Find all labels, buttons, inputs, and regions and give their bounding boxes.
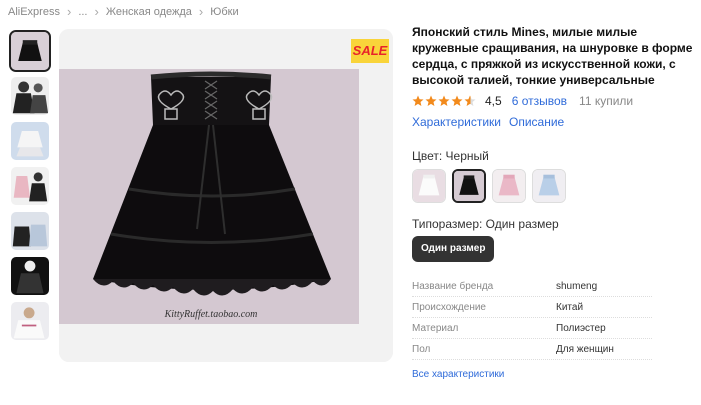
spec-value: shumeng [556,280,598,292]
spec-value: Для женщин [556,343,614,355]
watermark: KittyRuffet.taobao.com [164,309,258,320]
thumbnail-1[interactable] [9,30,51,72]
rating-value: 4,5 [485,94,502,108]
thumbnail-5[interactable] [9,210,51,252]
sale-badge: SALE [351,39,389,63]
tab-description[interactable]: Описание [509,115,564,129]
info-tabs: Характеристики Описание [412,115,697,129]
chevron-right-icon: › [94,4,99,19]
spec-key: Название бренда [412,280,494,292]
color-swatch-black[interactable] [452,169,486,203]
thumbnail-3[interactable] [9,120,51,162]
spec-key: Пол [412,343,431,355]
color-swatch-blue[interactable] [532,169,566,203]
product-title: Японский стиль Mines, милые милые кружев… [412,25,693,87]
skirt-photo: KittyRuffet.taobao.com [59,29,393,362]
half-star-icon [464,95,476,106]
main-product-image[interactable]: KittyRuffet.taobao.com SALE [59,29,393,362]
star-icon [451,95,463,106]
chevron-right-icon: › [198,4,204,19]
breadcrumb: AliExpress › ... › Женская одежда › Юбки [8,4,239,19]
spec-row: Название бренда shumeng [412,276,652,297]
spec-key: Происхождение [412,301,486,313]
color-swatch-pink[interactable] [492,169,526,203]
thumbnail-2[interactable] [9,75,51,117]
spec-value: Полиэстер [556,322,606,334]
size-label: Типоразмер: Один размер [412,217,559,231]
star-icon [412,95,424,106]
spec-key: Материал [412,322,459,334]
thumbnail-7[interactable] [9,300,51,342]
all-specs-link[interactable]: Все характеристики [412,369,697,380]
reviews-link[interactable]: 6 отзывов [512,94,567,108]
size-option-button[interactable]: Один размер [412,236,495,262]
sold-count: 11 купили [579,94,634,108]
breadcrumb-item-aliexpress[interactable]: AliExpress [8,6,60,18]
thumbnail-strip [9,30,53,345]
spec-value: Китай [556,301,584,313]
star-icon [425,95,437,106]
specs-table: Название бренда shumeng Происхождение Ки… [412,276,652,360]
color-swatches [412,169,697,203]
chevron-right-icon: › [66,4,72,19]
tab-characteristics[interactable]: Характеристики [412,115,501,129]
color-label: Цвет: Черный [412,149,489,163]
rating-stars [412,95,476,107]
star-icon [438,95,450,106]
product-info: Японский стиль Mines, милые милые кружев… [412,24,697,380]
rating-row: 4,5 6 отзывов 11 купили [412,94,697,108]
spec-row: Происхождение Китай [412,297,652,318]
spec-row: Материал Полиэстер [412,318,652,339]
breadcrumb-item-womens-clothing[interactable]: Женская одежда [106,6,192,18]
breadcrumb-item-skirts[interactable]: Юбки [210,6,238,18]
spec-row: Пол Для женщин [412,339,652,360]
thumbnail-6[interactable] [9,255,51,297]
breadcrumb-item-ellipsis[interactable]: ... [78,6,87,18]
thumbnail-4[interactable] [9,165,51,207]
color-swatch-white[interactable] [412,169,446,203]
